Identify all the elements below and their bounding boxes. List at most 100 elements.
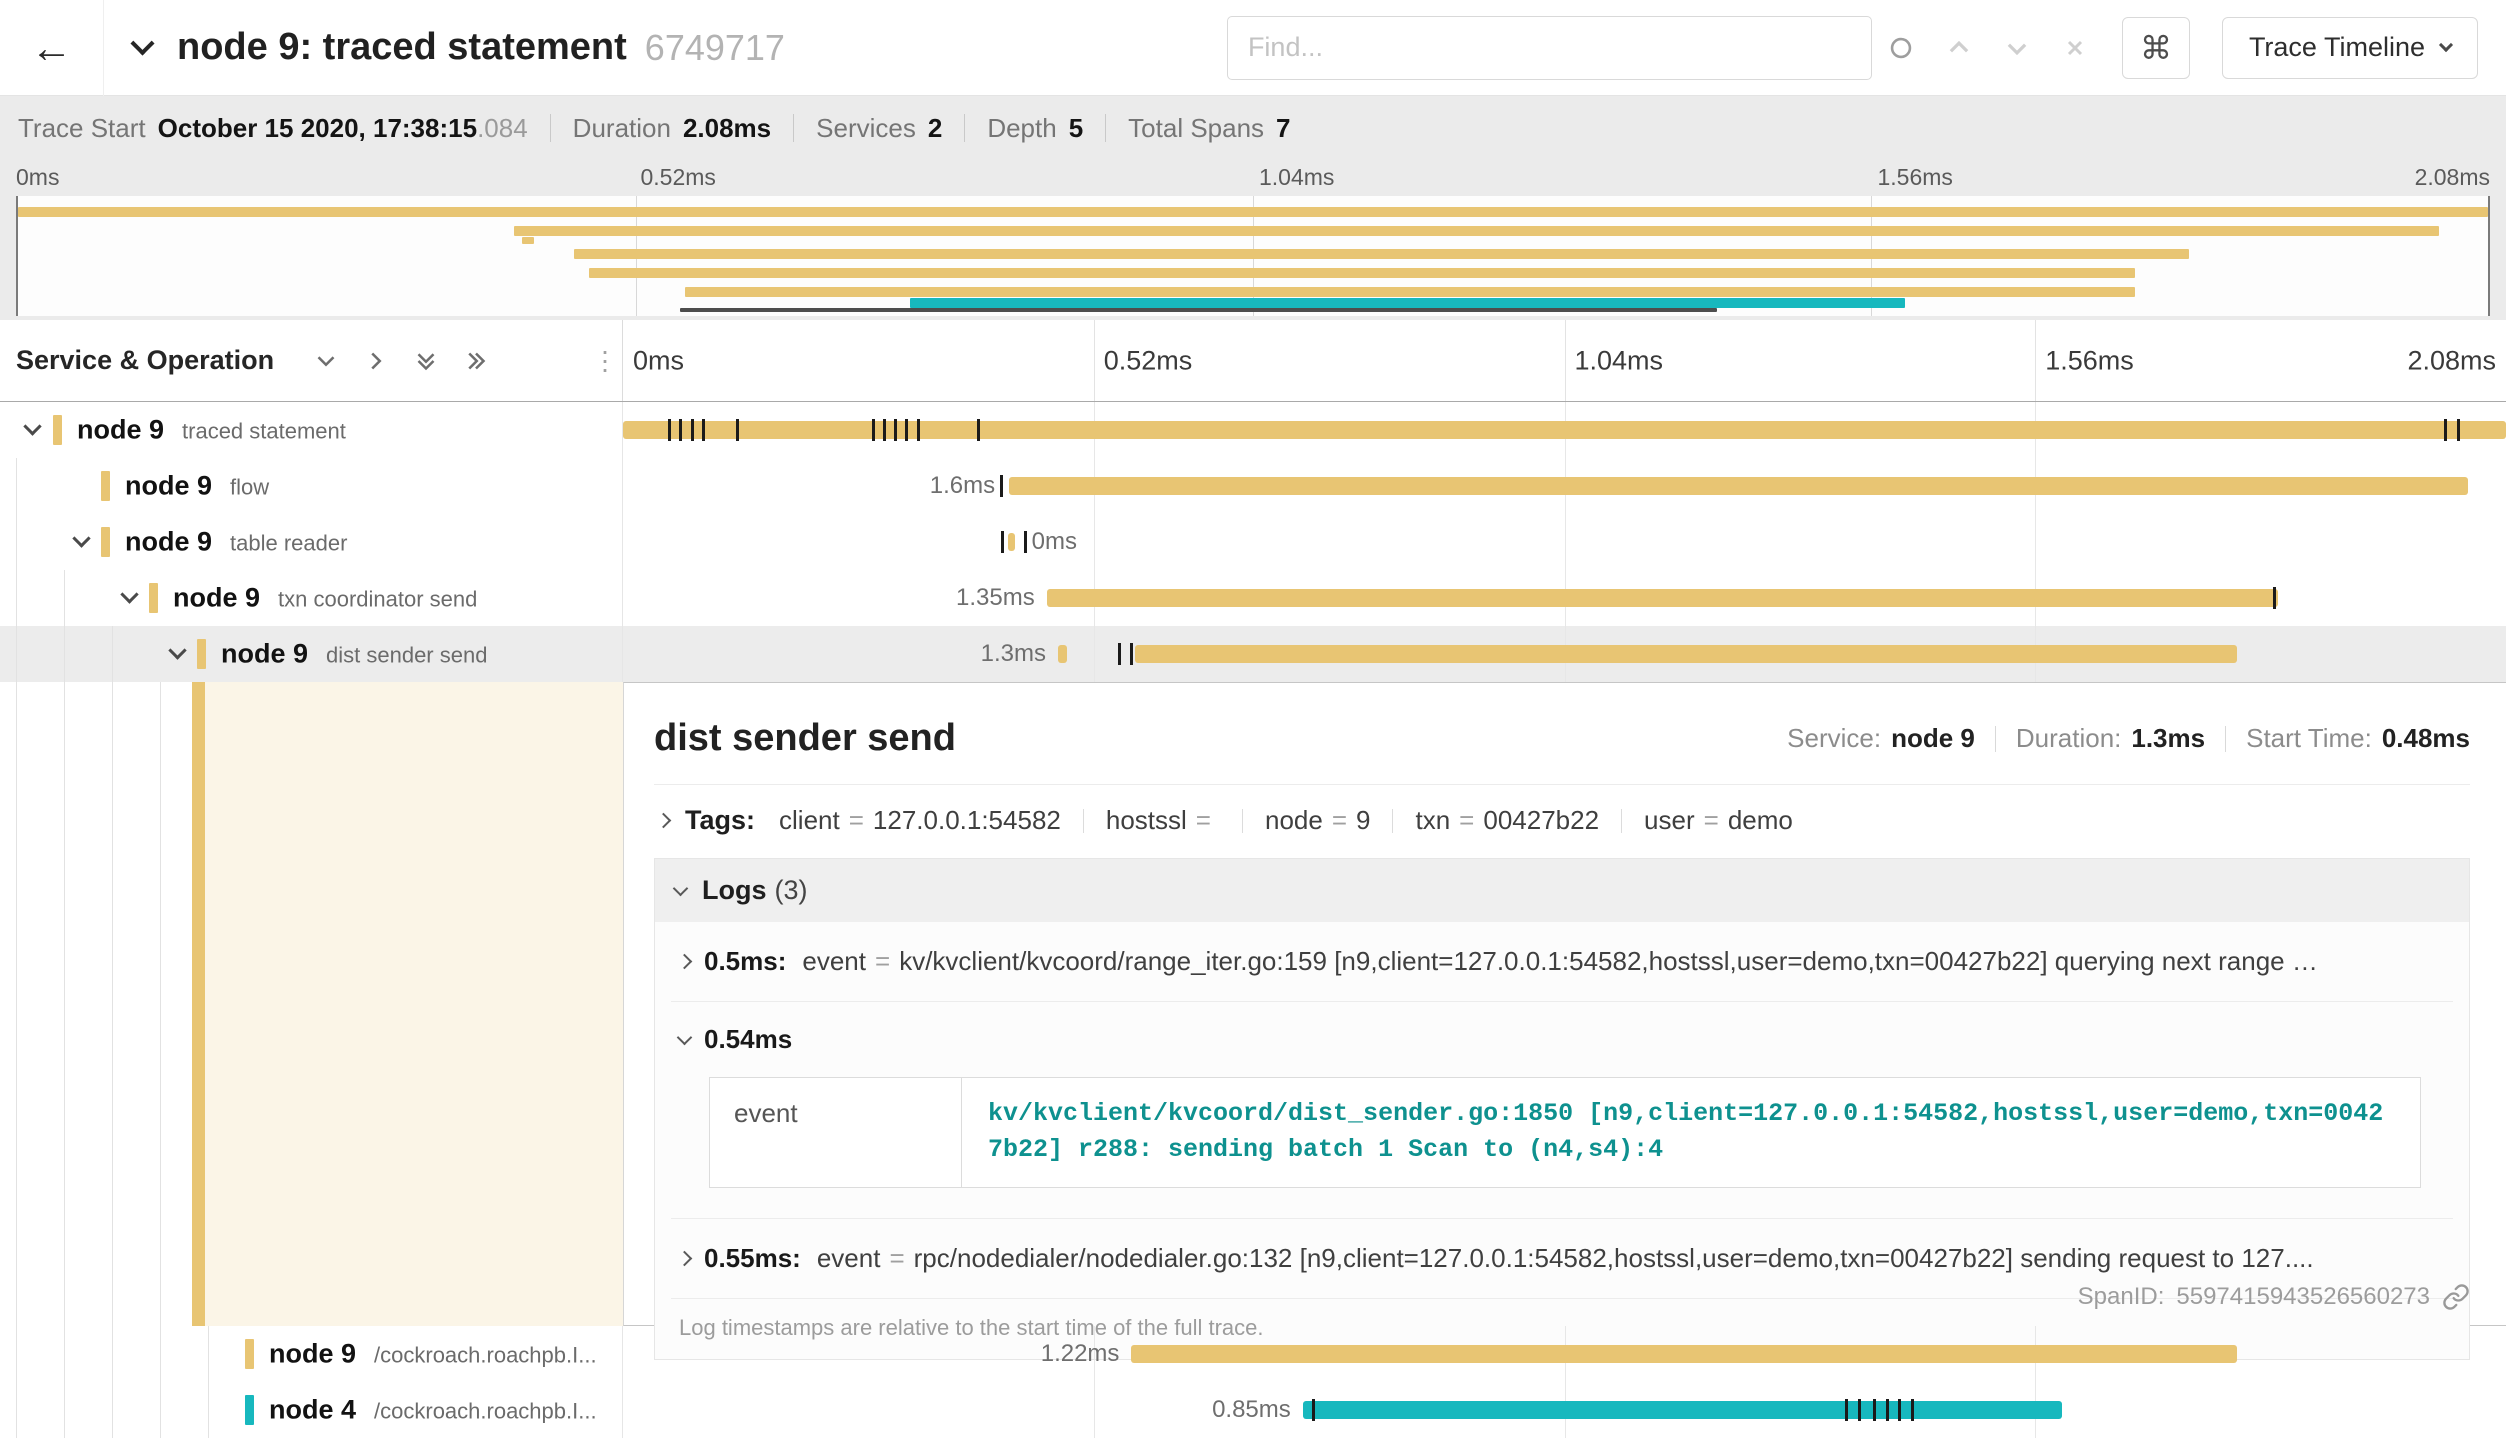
span-name-cell: node 9 txn coordinator send: [0, 570, 623, 626]
span-id-value: 5597415943526560273: [2176, 1283, 2430, 1311]
service-operation-title: Service & Operation: [16, 345, 274, 376]
span-track[interactable]: 1.6ms: [623, 458, 2506, 514]
span-bar[interactable]: [1008, 533, 1015, 551]
span-bar[interactable]: [1303, 1401, 2062, 1419]
service-operation-header: Service & Operation ⋮: [0, 320, 623, 401]
span-track[interactable]: [623, 402, 2506, 458]
span-track[interactable]: 0ms: [623, 514, 2506, 570]
collapse-chevron-icon[interactable]: [120, 585, 138, 603]
expand-one-icon[interactable]: [364, 349, 388, 373]
log-time: 0.5ms:: [704, 946, 786, 977]
span-track[interactable]: 0.85ms: [623, 1382, 2506, 1438]
service-name: node 4: [269, 1395, 356, 1426]
span-row-roachpb-node4[interactable]: node 4 /cockroach.roachpb.I... 0.85ms: [0, 1382, 2506, 1438]
equals: =: [875, 946, 890, 977]
span-row-dist-sender-send[interactable]: node 9 dist sender send 1.3ms: [0, 626, 2506, 682]
log-kv-table: event kv/kvclient/kvcoord/dist_sender.go…: [709, 1077, 2421, 1188]
span-name-cell: node 9 flow: [0, 458, 623, 514]
log-collapse-chevron-icon[interactable]: [677, 1030, 693, 1046]
span-row-roachpb-node9[interactable]: node 9 /cockroach.roachpb.I... 1.22ms: [0, 1326, 2506, 1382]
log-expand-chevron-icon[interactable]: [677, 1250, 693, 1266]
log-tick: [1312, 1399, 1315, 1421]
span-row-traced-statement[interactable]: node 9 traced statement: [0, 402, 2506, 458]
duration-label: 1.6ms: [930, 472, 995, 500]
span-detail-card: dist sender send Service: node 9 Duratio…: [623, 682, 2506, 1326]
tags-row[interactable]: Tags: client = 127.0.0.1:54582 hostssl =…: [654, 785, 2470, 858]
match-scope-icon[interactable]: [1872, 16, 1930, 80]
indent-guide: [112, 626, 113, 682]
indent-guide: [16, 1382, 17, 1438]
minimap-span-bar: [680, 308, 1717, 312]
duration-label: 1.3ms: [981, 640, 1046, 668]
span-bar[interactable]: [1058, 645, 1067, 663]
summary-label: Trace Start: [18, 113, 146, 144]
log-tick: [883, 419, 886, 441]
back-button[interactable]: ←: [0, 0, 104, 96]
span-color-bar: [149, 583, 158, 613]
divider: [1621, 809, 1622, 833]
meta-value: 0.48ms: [2382, 723, 2470, 754]
log-tick: [917, 419, 920, 441]
collapse-chevron-icon[interactable]: [168, 641, 186, 659]
equals: =: [1196, 805, 1211, 836]
operation-name: table reader: [230, 531, 347, 557]
title-chevron-down-icon[interactable]: [130, 31, 154, 55]
log-entry[interactable]: 0.5ms: event = kv/kvclient/kvcoord/range…: [671, 922, 2453, 1002]
column-resize-handle[interactable]: ⋮: [592, 345, 616, 376]
log-tick: [1845, 1399, 1848, 1421]
trace-view-dropdown[interactable]: Trace Timeline: [2222, 17, 2478, 79]
span-color-bar: [245, 1395, 254, 1425]
expand-all-icon[interactable]: [464, 349, 488, 373]
grid-line: [2035, 514, 2036, 570]
summary-label: Total Spans: [1128, 113, 1264, 144]
span-bar[interactable]: [1135, 645, 2237, 663]
collapse-chevron-icon[interactable]: [23, 417, 41, 435]
time-tick: 0.52ms: [1104, 345, 1193, 376]
collapse-all-icon[interactable]: [414, 349, 438, 373]
duration-label: 1.22ms: [1041, 1340, 1120, 1368]
timeline-time-axis: 0ms 0.52ms 1.04ms 1.56ms 2.08ms: [623, 320, 2506, 401]
minimap-span-bar: [685, 287, 2135, 297]
span-id-footer: SpanID: 5597415943526560273: [2078, 1283, 2470, 1311]
log-expand-chevron-icon[interactable]: [677, 954, 693, 970]
tag-key: txn: [1415, 805, 1450, 836]
next-match-icon[interactable]: [1988, 16, 2046, 80]
logs-count: (3): [775, 875, 808, 906]
divider: [793, 114, 794, 142]
indent-guide: [208, 1326, 209, 1382]
meta-value: 1.3ms: [2131, 723, 2205, 754]
trace-summary-bar: Trace Start October 15 2020, 17:38:15 .0…: [0, 96, 2506, 160]
divider: [964, 114, 965, 142]
clear-find-icon[interactable]: [2046, 16, 2104, 80]
span-track[interactable]: 1.22ms: [623, 1326, 2506, 1382]
operation-name: txn coordinator send: [278, 587, 477, 613]
span-row-flow[interactable]: node 9 flow 1.6ms: [0, 458, 2506, 514]
span-bar[interactable]: [1131, 1345, 2236, 1363]
page-title: node 9: traced statement: [177, 26, 627, 69]
span-track[interactable]: 1.3ms: [623, 626, 2506, 682]
tags-expand-chevron-icon[interactable]: [656, 813, 672, 829]
span-bar[interactable]: [1009, 477, 2468, 495]
log-tick: [1001, 531, 1004, 553]
copy-link-icon[interactable]: [2442, 1283, 2470, 1311]
log-entry-header[interactable]: 0.54ms: [679, 1024, 2445, 1055]
logs-header[interactable]: Logs (3): [655, 859, 2469, 922]
keyboard-shortcuts-button[interactable]: ⌘: [2122, 17, 2190, 79]
log-value: rpc/nodedialer/nodedialer.go:132 [n9,cli…: [914, 1243, 2445, 1274]
prev-match-icon[interactable]: [1930, 16, 1988, 80]
minimap-canvas[interactable]: [16, 196, 2490, 316]
logs-collapse-chevron-icon[interactable]: [673, 881, 689, 897]
tag-key: hostssl: [1106, 805, 1187, 836]
log-tick: [2457, 419, 2460, 441]
span-bar[interactable]: [1047, 589, 2278, 607]
collapse-chevron-icon[interactable]: [72, 529, 90, 547]
logs-label: Logs: [702, 875, 767, 906]
find-input[interactable]: [1227, 16, 1872, 80]
minimap-span-bar: [514, 226, 2438, 236]
log-field-name: event: [710, 1078, 962, 1187]
tree-controls: [314, 349, 488, 373]
collapse-one-icon[interactable]: [314, 349, 338, 373]
span-row-txn-coordinator-send[interactable]: node 9 txn coordinator send 1.35ms: [0, 570, 2506, 626]
span-track[interactable]: 1.35ms: [623, 570, 2506, 626]
span-row-table-reader[interactable]: node 9 table reader 0ms: [0, 514, 2506, 570]
